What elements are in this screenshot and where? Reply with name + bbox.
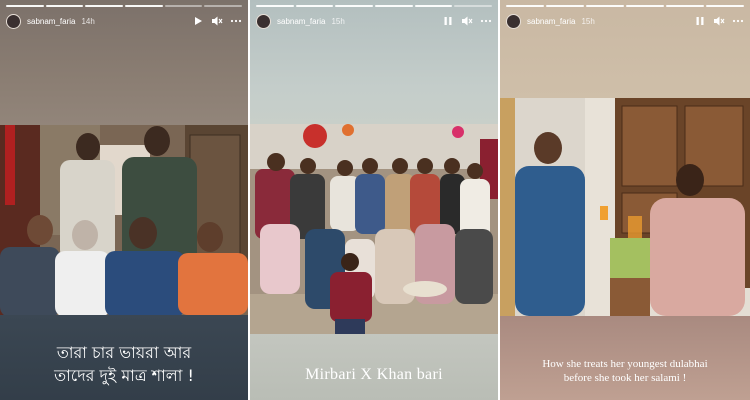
avatar[interactable] <box>506 13 521 29</box>
progress-segment <box>706 5 744 7</box>
story-card-2[interactable]: sabnam_faria 15h Mirbari X Khan bari <box>250 0 498 400</box>
caption-line: before she took her salami ! <box>563 372 687 384</box>
more-icon[interactable] <box>230 15 242 27</box>
caption-line: How she treats her youngest dulabhai <box>542 358 708 370</box>
progress-segment <box>335 5 374 7</box>
avatar[interactable] <box>6 13 21 29</box>
volume-mute-icon[interactable] <box>461 15 473 27</box>
progress-segment <box>375 5 413 7</box>
username[interactable]: sabnam_faria <box>277 17 325 26</box>
story-caption: তারা চার ভায়রা আর তাদের দুই মাত্র শালা … <box>0 341 248 387</box>
story-progress-bar <box>256 5 493 7</box>
progress-segment <box>85 5 124 7</box>
story-photo <box>500 98 750 316</box>
story-controls <box>192 15 242 27</box>
story-caption: Mirbari X Khan bari <box>250 366 498 384</box>
play-icon[interactable] <box>192 15 204 27</box>
volume-mute-icon[interactable] <box>713 15 725 27</box>
pause-icon[interactable] <box>694 15 706 27</box>
story-photo <box>0 125 248 315</box>
progress-segment <box>454 5 493 7</box>
more-icon[interactable] <box>480 15 492 27</box>
progress-segment <box>546 5 584 7</box>
volume-mute-icon[interactable] <box>211 15 223 27</box>
more-icon[interactable] <box>732 15 744 27</box>
progress-segment <box>295 5 334 7</box>
timestamp: 15h <box>581 16 595 26</box>
caption-line: তাদের দুই মাত্র শালা ! <box>54 366 194 385</box>
timestamp: 15h <box>331 16 345 26</box>
story-progress-bar <box>6 5 243 7</box>
story-header: sabnam_faria 14h <box>6 11 242 31</box>
story-card-1[interactable]: sabnam_faria 14h তারা চার ভায়রা আর তাদে… <box>0 0 248 400</box>
progress-segment <box>414 5 453 7</box>
stories-strip: sabnam_faria 14h তারা চার ভায়রা আর তাদে… <box>0 0 750 400</box>
story-caption: How she treats her youngest dulabhai bef… <box>500 357 750 385</box>
progress-segment <box>204 5 243 7</box>
story-card-3[interactable]: sabnam_faria 15h How she treats her youn… <box>500 0 750 400</box>
username[interactable]: sabnam_faria <box>527 17 575 26</box>
progress-segment <box>6 5 44 7</box>
progress-segment <box>506 5 544 7</box>
story-progress-bar <box>506 5 744 7</box>
story-header: sabnam_faria 15h <box>256 11 492 31</box>
pause-icon[interactable] <box>442 15 454 27</box>
progress-segment <box>666 5 704 7</box>
progress-segment <box>164 5 203 7</box>
story-header: sabnam_faria 15h <box>506 11 744 31</box>
progress-segment <box>626 5 664 7</box>
progress-segment <box>586 5 624 7</box>
progress-segment <box>45 5 84 7</box>
story-controls <box>442 15 492 27</box>
caption-line: তারা চার ভায়রা আর <box>56 343 192 362</box>
story-photo <box>250 124 498 334</box>
username[interactable]: sabnam_faria <box>27 17 75 26</box>
story-controls <box>694 15 744 27</box>
progress-segment <box>125 5 163 7</box>
progress-segment <box>256 5 294 7</box>
caption-line: Mirbari X Khan bari <box>305 366 443 383</box>
avatar[interactable] <box>256 13 271 29</box>
timestamp: 14h <box>81 16 95 26</box>
